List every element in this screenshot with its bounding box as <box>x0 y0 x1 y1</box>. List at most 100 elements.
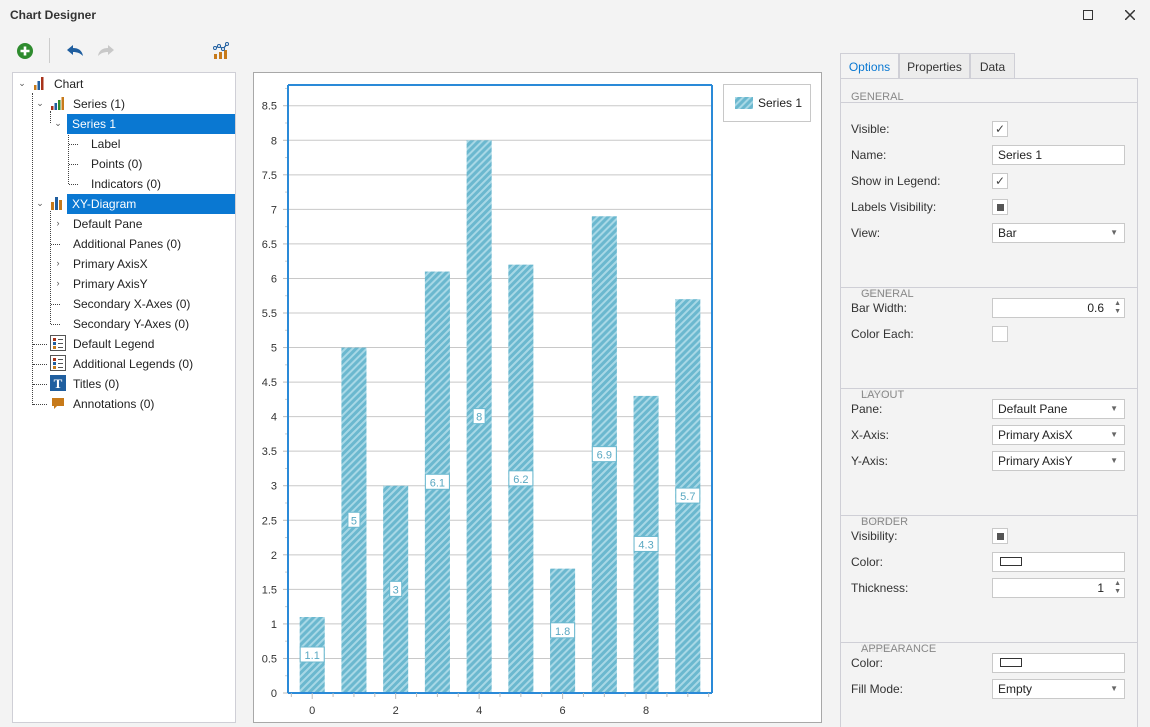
x-tick-label: 2 <box>393 705 399 717</box>
pane-dropdown[interactable]: Default Pane ▼ <box>992 399 1125 419</box>
tab-data[interactable]: Data <box>970 53 1015 79</box>
expand-toggle[interactable]: › <box>53 278 63 288</box>
tree-line <box>50 111 51 123</box>
expand-toggle[interactable]: › <box>53 258 63 268</box>
tree-node-xy-diagram[interactable]: XY-Diagram <box>67 194 235 214</box>
name-input[interactable]: Series 1 <box>992 145 1125 165</box>
options-panel: GENERAL Visible: ✓ Name: Series 1 Show i… <box>840 78 1138 727</box>
appearance-color-picker[interactable] <box>992 653 1125 673</box>
tree-node-primary-axis-y[interactable]: Primary AxisY <box>68 274 153 294</box>
tree-node-titles[interactable]: Titles (0) <box>68 374 124 394</box>
y-tick-label: 3 <box>271 481 277 493</box>
data-label: 6.1 <box>430 477 445 489</box>
y-tick-label: 4 <box>271 412 277 424</box>
fill-mode-dropdown[interactable]: Empty ▼ <box>992 679 1125 699</box>
redo-icon <box>98 45 114 56</box>
tree-node-secondary-y-axes[interactable]: Secondary Y-Axes (0) <box>68 314 194 334</box>
x-tick-label: 6 <box>560 705 566 717</box>
prop-label: Visible: <box>851 122 890 136</box>
legend-icon <box>50 355 66 371</box>
collapse-toggle[interactable]: ⌄ <box>17 78 27 89</box>
section-view-layout: VIEW: LAYOUT <box>841 365 1137 401</box>
annotation-icon <box>52 398 64 409</box>
close-icon <box>1125 10 1135 20</box>
maximize-button[interactable] <box>1076 6 1100 24</box>
x-tick-label: 8 <box>643 705 649 717</box>
redo-button[interactable] <box>95 40 117 62</box>
color-swatch <box>1000 557 1022 566</box>
tree-node-primary-axis-x[interactable]: Primary AxisX <box>68 254 153 274</box>
indeterminate-mark <box>996 203 1004 211</box>
tree-node-label[interactable]: Label <box>86 134 125 154</box>
chart-elements-tree[interactable]: ⌄ Chart ⌄ Series (1) ⌄ Series 1 Label Po… <box>12 72 236 723</box>
chevron-down-icon: ▼ <box>1110 228 1118 237</box>
bar-width-spinner[interactable]: 0.6 ▲ ▼ <box>992 298 1125 318</box>
tab-options[interactable]: Options <box>840 53 899 80</box>
tree-node-chart[interactable]: Chart <box>49 74 88 94</box>
tree-node-default-pane[interactable]: Default Pane <box>68 214 147 234</box>
border-color-picker[interactable] <box>992 552 1125 572</box>
diagram-icon <box>51 197 62 210</box>
collapse-toggle[interactable]: ⌄ <box>35 198 45 209</box>
prop-label: Fill Mode: <box>851 682 904 696</box>
collapse-toggle[interactable]: ⌄ <box>53 118 63 129</box>
border-visibility-checkbox[interactable] <box>992 528 1008 544</box>
y-tick-label: 0 <box>271 688 277 700</box>
section-general: GENERAL <box>841 79 1137 103</box>
data-label: 8 <box>476 412 482 424</box>
tree-node-default-legend[interactable]: Default Legend <box>68 334 159 354</box>
x-axis-dropdown[interactable]: Primary AxisX ▼ <box>992 425 1125 445</box>
tree-node-points[interactable]: Points (0) <box>86 154 147 174</box>
y-tick-label: 5 <box>271 343 277 355</box>
tree-node-series-1[interactable]: Series 1 <box>67 114 235 134</box>
show-in-legend-checkbox[interactable]: ✓ <box>992 173 1008 189</box>
tree-line <box>33 364 47 365</box>
tree-node-series-group[interactable]: Series (1) <box>68 94 130 114</box>
indeterminate-mark <box>996 532 1004 540</box>
legend-icon <box>50 335 66 351</box>
toolbar-separator <box>49 38 50 63</box>
y-axis-dropdown[interactable]: Primary AxisY ▼ <box>992 451 1125 471</box>
data-label: 6.9 <box>597 450 612 462</box>
series-icon <box>51 97 64 110</box>
data-label: 5 <box>351 515 357 527</box>
data-label: 5.7 <box>680 491 695 503</box>
bar-chart: 0 0.5 1 1.5 2 2.5 3 3.5 4 4.5 5 5.5 6 6.5 7 7.5 8 8.5 0 2 4 6… <box>262 84 713 717</box>
chevron-down-icon: ▼ <box>1110 404 1118 413</box>
y-tick-label: 1 <box>271 619 277 631</box>
thickness-spinner[interactable]: 1 ▲ ▼ <box>992 578 1125 598</box>
tab-properties[interactable]: Properties <box>899 53 970 79</box>
spin-icon[interactable]: ▲ ▼ <box>1114 300 1121 316</box>
maximize-icon <box>1083 10 1093 20</box>
y-tick-label: 0.5 <box>262 653 277 665</box>
title-icon: T <box>50 375 66 391</box>
section-view-general: VIEW: GENERAL <box>841 264 1137 300</box>
tree-node-indicators[interactable]: Indicators (0) <box>86 174 166 194</box>
x-tick-label: 4 <box>476 705 482 717</box>
tree-node-secondary-x-axes[interactable]: Secondary X-Axes (0) <box>68 294 195 314</box>
y-tick-label: 6 <box>271 273 277 285</box>
view-dropdown[interactable]: Bar ▼ <box>992 223 1125 243</box>
chart-legend[interactable]: Series 1 <box>723 84 811 122</box>
tree-node-annotations[interactable]: Annotations (0) <box>68 394 159 414</box>
chart-wizard-button[interactable] <box>210 40 232 62</box>
tree-line <box>51 324 60 325</box>
spin-icon[interactable]: ▲ ▼ <box>1114 580 1121 596</box>
undo-icon <box>67 45 83 56</box>
labels-visibility-checkbox[interactable] <box>992 199 1008 215</box>
color-each-checkbox[interactable] <box>992 326 1008 342</box>
undo-button[interactable] <box>64 40 86 62</box>
prop-label: Thickness: <box>851 581 909 595</box>
visible-checkbox[interactable]: ✓ <box>992 121 1008 137</box>
expand-toggle[interactable]: › <box>53 218 63 228</box>
collapse-toggle[interactable]: ⌄ <box>35 98 45 109</box>
tree-node-additional-legends[interactable]: Additional Legends (0) <box>68 354 198 374</box>
y-tick-label: 8.5 <box>262 101 277 113</box>
add-button[interactable] <box>14 40 36 62</box>
window-title: Chart Designer <box>10 8 97 22</box>
tree-line <box>32 93 33 405</box>
prop-label: Pane: <box>851 402 883 416</box>
tree-line <box>33 384 47 385</box>
tree-node-additional-panes[interactable]: Additional Panes (0) <box>68 234 186 254</box>
close-button[interactable] <box>1118 6 1142 24</box>
